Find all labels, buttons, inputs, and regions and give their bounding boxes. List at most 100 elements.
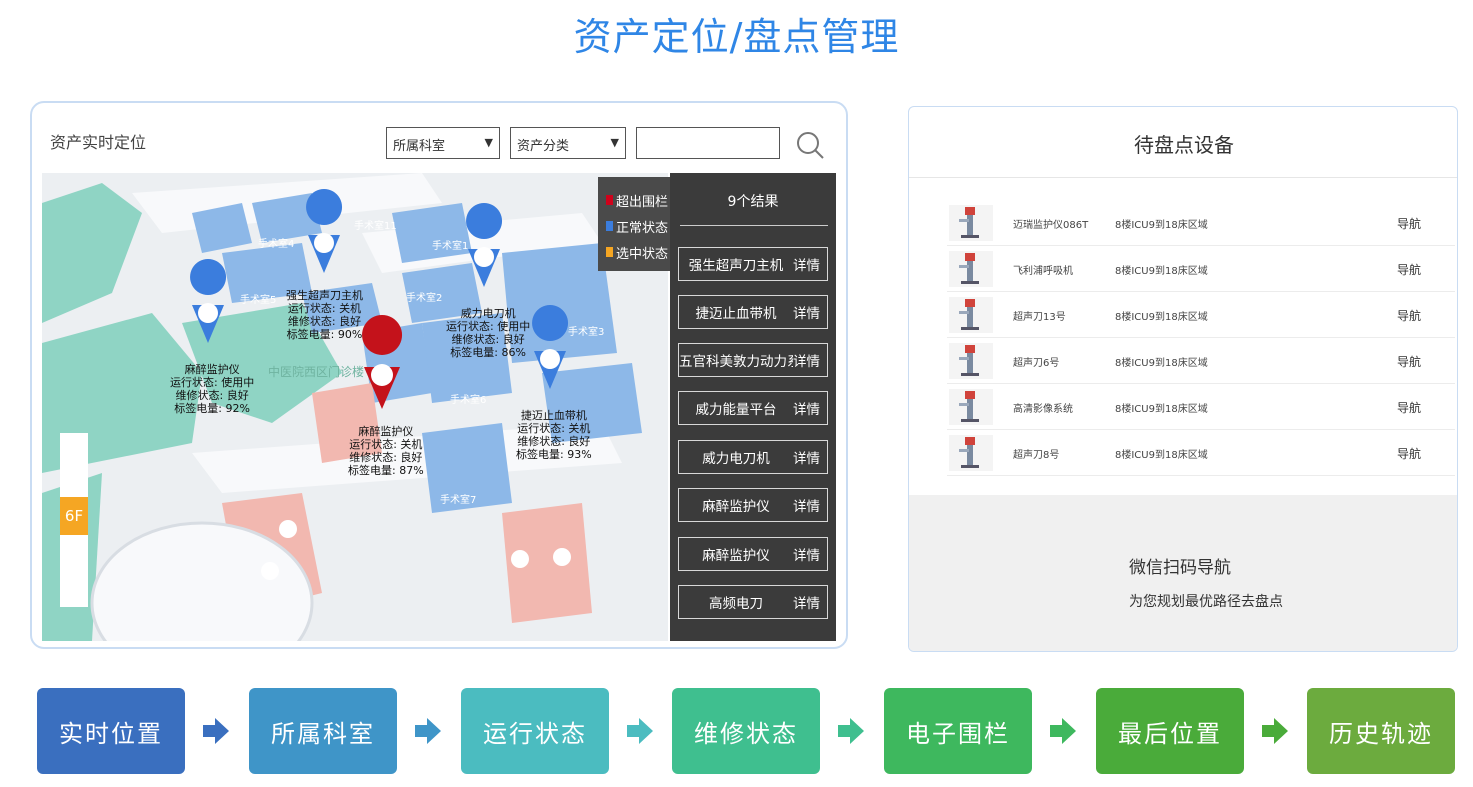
floor-selector[interactable]: 6F: [60, 433, 88, 607]
dropdown-arrow-icon: ▼: [484, 136, 493, 149]
results-list: 9个结果 强生超声刀主机详情 捷迈止血带机详情 五官科美敦力动力系统详情 威力能…: [670, 173, 836, 641]
result-item[interactable]: 威力能量平台 详情: [678, 391, 828, 425]
detail-link[interactable]: 详情: [793, 592, 827, 612]
flow-step: 历史轨迹: [1307, 688, 1455, 774]
device-location: 8楼ICU9到18床区域: [1115, 312, 1208, 323]
inventory-row: 飞利浦呼吸机 8楼ICU9到18床区域 导航: [947, 247, 1455, 292]
stairs-icon: [511, 550, 529, 568]
inventory-panel: 待盘点设备 迈瑞监护仪086T 8楼ICU9到18床区域 导航 飞利浦呼吸机 8楼ICU…: [908, 106, 1458, 652]
navigate-link[interactable]: 导航: [1397, 445, 1421, 462]
navigate-link[interactable]: 导航: [1397, 215, 1421, 232]
legend-item: 正常状态: [598, 213, 672, 239]
inventory-row: 超声刀8号 8楼ICU9到18床区域 导航: [947, 431, 1455, 476]
device-thumbnail-icon: [949, 343, 993, 379]
room-label: 手术室6: [450, 395, 487, 406]
legend-item: 超出围栏: [598, 187, 672, 213]
flow-arrow-icon: [1262, 718, 1288, 744]
flow-step: 运行状态: [461, 688, 609, 774]
device-thumbnail-icon: [949, 205, 993, 241]
flow-step: 所属科室: [249, 688, 397, 774]
scan-subtitle: 为您规划最优路径去盘点: [1129, 594, 1283, 610]
floor-plan-drawing: [42, 173, 668, 641]
room-label: 手术室4: [258, 239, 295, 250]
flow-arrow-icon: [838, 718, 864, 744]
stairs-icon: [279, 520, 297, 538]
result-item[interactable]: 威力电刀机 详情: [678, 440, 828, 474]
device-name: 迈瑞监护仪086T: [1013, 220, 1089, 231]
inventory-row: 超声刀6号 8楼ICU9到18床区域 导航: [947, 339, 1455, 384]
floor-badge[interactable]: 6F: [60, 497, 88, 535]
navigate-link[interactable]: 导航: [1397, 353, 1421, 370]
device-location: 8楼ICU9到18床区域: [1115, 404, 1208, 415]
dept-select[interactable]: 所属科室 ▼: [386, 127, 500, 159]
stairs-icon: [553, 548, 571, 566]
inventory-row: 高清影像系统 8楼ICU9到18床区域 导航: [947, 385, 1455, 430]
result-item[interactable]: 麻醉监护仪 详情: [678, 537, 828, 571]
result-item[interactable]: 高频电刀 详情: [678, 585, 828, 619]
result-item[interactable]: 强生超声刀主机 详情: [678, 247, 828, 281]
device-thumbnail-icon: [949, 435, 993, 471]
scan-nav-area: 微信扫码导航 为您规划最优路径去盘点: [909, 495, 1457, 651]
flow-arrow-icon: [1050, 718, 1076, 744]
pin-info: 麻醉监护仪 运行状态: 使用中 维修状态: 良好 标签电量: 92%: [170, 363, 255, 415]
room-label: 手术室7: [440, 495, 477, 506]
device-name: 超声刀13号: [1013, 312, 1066, 323]
room: [392, 203, 472, 263]
search-icon[interactable]: [794, 129, 826, 161]
device-name: 飞利浦呼吸机: [1013, 266, 1073, 277]
flow-step: 电子围栏: [884, 688, 1032, 774]
inventory-row: 超声刀13号 8楼ICU9到18床区域 导航: [947, 293, 1455, 338]
detail-link[interactable]: 详情: [793, 302, 827, 322]
device-location: 8楼ICU9到18床区域: [1115, 220, 1208, 231]
legend-swatch: [606, 221, 613, 231]
device-location: 8楼ICU9到18床区域: [1115, 358, 1208, 369]
results-count: 9个结果: [727, 194, 779, 210]
inventory-row: 迈瑞监护仪086T 8楼ICU9到18床区域 导航: [947, 201, 1455, 246]
legend-swatch: [606, 247, 613, 257]
flow-arrow-icon: [415, 718, 441, 744]
floor-map[interactable]: 手术室11 手术室4 手术室1 手术室5 手术室2 手术室3 手术室6 手术室7…: [42, 173, 668, 641]
detail-link[interactable]: 详情: [793, 350, 827, 370]
detail-link[interactable]: 详情: [793, 254, 827, 274]
detail-link[interactable]: 详情: [793, 544, 827, 564]
device-name: 高清影像系统: [1013, 404, 1073, 415]
device-location: 8楼ICU9到18床区域: [1115, 450, 1208, 461]
device-thumbnail-icon: [949, 297, 993, 333]
search-input[interactable]: [636, 127, 780, 159]
navigate-link[interactable]: 导航: [1397, 261, 1421, 278]
status-legend: 超出围栏 正常状态 选中状态: [598, 177, 672, 271]
device-name: 超声刀8号: [1013, 450, 1060, 461]
device-thumbnail-icon: [949, 389, 993, 425]
zone-label: 中医院西区门诊楼: [268, 365, 365, 379]
pin-info: 强生超声刀主机 运行状态: 关机 维修状态: 良好 标签电量: 90%: [286, 289, 363, 341]
result-item[interactable]: 捷迈止血带机 详情: [678, 295, 828, 329]
device-name: 超声刀6号: [1013, 358, 1060, 369]
legend-swatch: [606, 195, 613, 205]
room-label: 手术室2: [406, 293, 443, 304]
flow-arrow-icon: [627, 718, 653, 744]
detail-link[interactable]: 详情: [793, 447, 827, 467]
navigate-link[interactable]: 导航: [1397, 399, 1421, 416]
category-select[interactable]: 资产分类 ▼: [510, 127, 626, 159]
device-thumbnail-icon: [949, 251, 993, 287]
legend-item: 选中状态: [598, 239, 672, 265]
pin-info: 捷迈止血带机 运行状态: 关机 维修状态: 良好 标签电量: 93%: [516, 409, 592, 461]
room-label: 手术室1: [432, 241, 469, 252]
device-location: 8楼ICU9到18床区域: [1115, 266, 1208, 277]
asset-location-panel: 资产实时定位 所属科室 ▼ 资产分类 ▼ 手术室11 手术室4 手术室1 手术室…: [30, 101, 848, 649]
detail-link[interactable]: 详情: [793, 495, 827, 515]
flow-step: 实时位置: [37, 688, 185, 774]
scan-title: 微信扫码导航: [1129, 558, 1231, 578]
flow-step: 维修状态: [672, 688, 820, 774]
navigate-link[interactable]: 导航: [1397, 307, 1421, 324]
detail-link[interactable]: 详情: [793, 398, 827, 418]
result-item[interactable]: 麻醉监护仪 详情: [678, 488, 828, 522]
divider: [909, 177, 1457, 178]
room-label: 手术室3: [568, 327, 605, 338]
pin-info: 威力电刀机 运行状态: 使用中 维修状态: 良好 标签电量: 86%: [446, 307, 531, 359]
panel-label: 资产实时定位: [50, 133, 147, 152]
flow-arrow-icon: [203, 718, 229, 744]
result-item[interactable]: 五官科美敦力动力系统详情: [678, 343, 828, 377]
room-label: 手术室11: [354, 221, 397, 232]
flow-step: 最后位置: [1096, 688, 1244, 774]
